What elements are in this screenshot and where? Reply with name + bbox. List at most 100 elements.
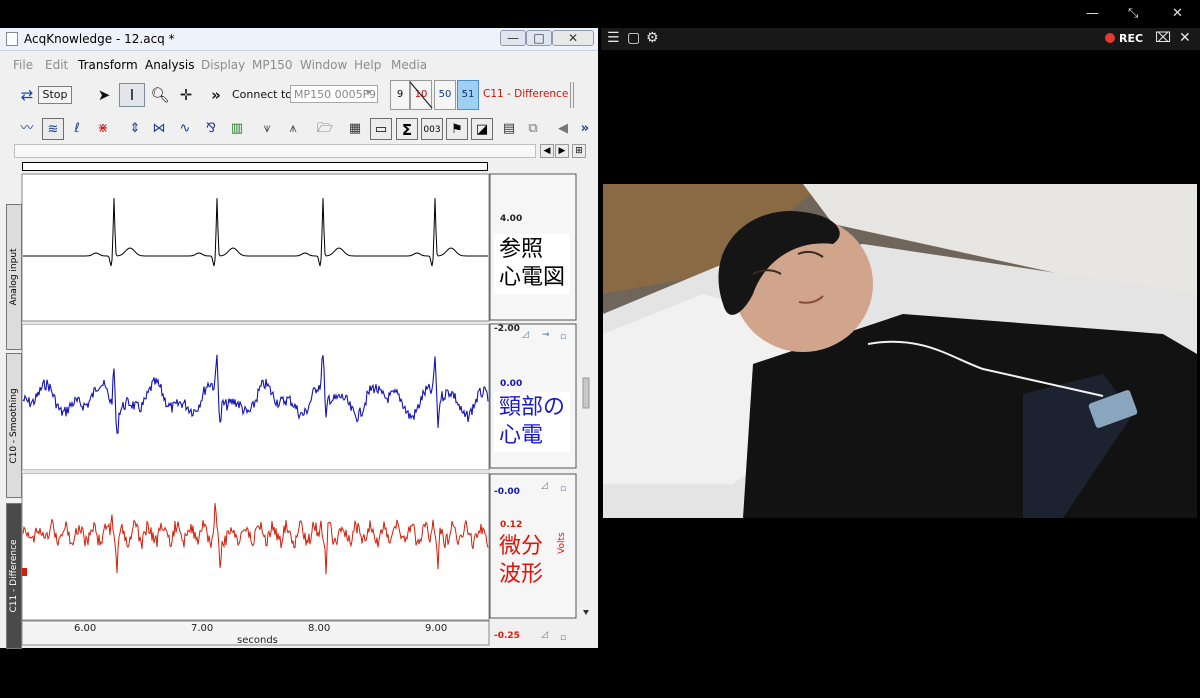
menu-display[interactable]: Display [201, 58, 245, 72]
ch2-bottom-value: -0.00 [494, 487, 520, 497]
menu-analysis[interactable]: Analysis [145, 58, 194, 72]
title-bar: AcqKnowledge - 12.acq * — □ ✕ [0, 28, 598, 51]
ch1-bottom-value: -2.00 [494, 324, 520, 334]
channel-tab-c10[interactable]: C10 - Smoothing [6, 353, 22, 498]
acqknowledge-window: AcqKnowledge - 12.acq * — □ ✕ File Edit … [0, 28, 598, 649]
x-tick-9: 9.00 [425, 623, 448, 634]
flag-icon[interactable]: ⚑ [446, 118, 468, 140]
menu-transform[interactable]: Transform [78, 58, 138, 72]
camera-toolbar: ☰ ▢ ⚙ REC ⌧ ✕ [601, 28, 1200, 50]
folder-icon[interactable]: 🗁 [314, 118, 336, 140]
gear-icon[interactable]: ⚙ [646, 30, 659, 46]
stacked-waves-icon[interactable]: ≋ [42, 118, 64, 140]
channel-label: C11 - Difference [483, 88, 569, 100]
scale-settings-icon[interactable]: ◿ [541, 630, 555, 642]
grid-person-icon[interactable]: ⩚ [282, 118, 304, 140]
counter-icon[interactable]: 003 [421, 118, 443, 140]
lock-icon[interactable]: ▫ [560, 332, 574, 344]
link-icon[interactable]: ⇝ [542, 330, 556, 342]
lock-icon[interactable]: ▫ [560, 484, 574, 496]
system-minimize-button[interactable]: — [1086, 6, 1099, 21]
record-dot-icon [1105, 33, 1115, 43]
slash-mark-icon [409, 81, 433, 109]
scale-settings-icon[interactable]: ◿ [522, 330, 536, 342]
channel-2-plot [21, 323, 490, 471]
note-reference-ecg: 参照 心電図 [494, 234, 571, 294]
grid-icon[interactable]: ▦ [344, 118, 366, 140]
channel-tab-c11[interactable]: C11 - Difference [6, 503, 22, 649]
system-close-button[interactable]: ✕ [1172, 6, 1183, 21]
system-restore-button[interactable]: ⤡ [1128, 6, 1138, 21]
close-icon[interactable]: ✕ [1179, 30, 1191, 46]
menu-mp150[interactable]: MP150 [252, 58, 293, 72]
note-icon[interactable]: ◪ [471, 118, 493, 140]
menu-help[interactable]: Help [354, 58, 381, 72]
menu-edit[interactable]: Edit [45, 58, 68, 72]
divider-1 [22, 322, 489, 324]
x-axis-label: seconds [237, 635, 278, 646]
scroll-cross-icon[interactable]: ✛ [176, 84, 196, 106]
channel-tab-analog-input[interactable]: Analog input [6, 204, 22, 350]
arrow-pointer-icon[interactable]: ➤ [94, 84, 114, 106]
menu-icon[interactable]: ☰ [607, 30, 620, 46]
stop-button[interactable]: Stop [38, 86, 72, 104]
zoom-icon[interactable]: 🔍︎ [150, 84, 170, 106]
chevron-down-icon[interactable]: ▾ [366, 88, 376, 110]
menu-bar: File Edit Transform Analysis Display MP1… [0, 55, 598, 75]
x-tick-7: 7.00 [191, 623, 214, 634]
horizontal-scroll-track[interactable] [14, 144, 536, 158]
i-beam-cursor-icon[interactable]: I [119, 83, 145, 107]
channel-9-button[interactable]: 9 [390, 80, 410, 110]
scatter-icon[interactable]: ⋇ [92, 118, 114, 140]
maximize-button[interactable]: □ [526, 30, 552, 46]
system-window-controls: — ⤡ ✕ [1070, 0, 1200, 28]
note-neck-ecg: 頸部の 心電 [494, 392, 571, 452]
toolbar-more-icon[interactable]: » [574, 118, 596, 140]
close-button[interactable]: ✕ [552, 30, 594, 46]
channel-3-plot [21, 472, 490, 621]
overlap-waves-icon[interactable]: ∿ [174, 118, 196, 140]
menu-window[interactable]: Window [300, 58, 347, 72]
bar-chart-icon[interactable]: ▥ [226, 118, 248, 140]
journal-icon[interactable]: ▤ [498, 118, 520, 140]
x-tick-6: 6.00 [74, 623, 97, 634]
x-tick-8: 8.00 [308, 623, 331, 634]
eraser-icon[interactable]: ▭ [370, 118, 392, 140]
channel-51-button[interactable]: 51 [457, 80, 479, 110]
sigma-icon[interactable]: Σ [396, 118, 418, 140]
toolbar-display: 〰 ≋ ℓ ⋇ ⇕ ⋈ ∿ ⅋ ▥ ⩛ ⩚ 🗁 ▦ ▭ Σ 003 ⚑ ◪ ▤ … [0, 118, 598, 142]
connect-to-label: Connect to: [232, 88, 296, 101]
scroll-settings-button[interactable]: ⊞ [572, 144, 586, 158]
ch3-unit: Volts [557, 532, 567, 554]
grid-edit-icon[interactable]: ⩛ [256, 118, 278, 140]
menu-media[interactable]: Media [391, 58, 427, 72]
overlap-icon[interactable]: ℓ [66, 118, 88, 140]
copy-icon[interactable]: ⧉ [522, 118, 544, 140]
ch3-top-value: 0.12 [500, 520, 523, 530]
autoscale-waves-icon[interactable]: ⋈ [148, 118, 170, 140]
graph-area: Analog input C10 - Smoothing C11 - Diffe… [0, 158, 598, 649]
channel-marker [22, 568, 27, 576]
toolbar-grip [570, 82, 574, 108]
lock-icon[interactable]: ▫ [560, 633, 574, 645]
window-icon[interactable]: ▢ [627, 30, 640, 46]
channel-50-button[interactable]: 50 [434, 80, 456, 110]
channel-1-plot [21, 173, 490, 322]
camera-icon[interactable]: ⌧ [1155, 30, 1171, 46]
autoscale-vertical-icon[interactable]: ⇕ [124, 118, 146, 140]
marker-icon[interactable]: ⅋ [200, 118, 222, 140]
scroll-right-button[interactable]: ▶ [555, 144, 569, 158]
scroll-left-button[interactable]: ◀ [540, 144, 554, 158]
toolbar-more-button[interactable]: » [209, 84, 223, 106]
record-button[interactable]: REC [1105, 32, 1143, 45]
minimize-button[interactable]: — [500, 30, 526, 46]
menu-file[interactable]: File [13, 58, 33, 72]
ch3-bottom-value: -0.25 [494, 631, 520, 641]
rewind-icon[interactable]: ◀ [552, 118, 574, 140]
swap-arrows-icon[interactable]: ⇄ [18, 84, 36, 106]
waveform-icon[interactable]: 〰 [16, 118, 38, 140]
connect-to-select[interactable]: MP150 0005F9 [290, 85, 378, 103]
scale-settings-icon[interactable]: ◿ [541, 481, 555, 493]
ch1-top-value: 4.00 [500, 214, 523, 224]
vertical-scroll-thumb[interactable] [582, 377, 590, 409]
